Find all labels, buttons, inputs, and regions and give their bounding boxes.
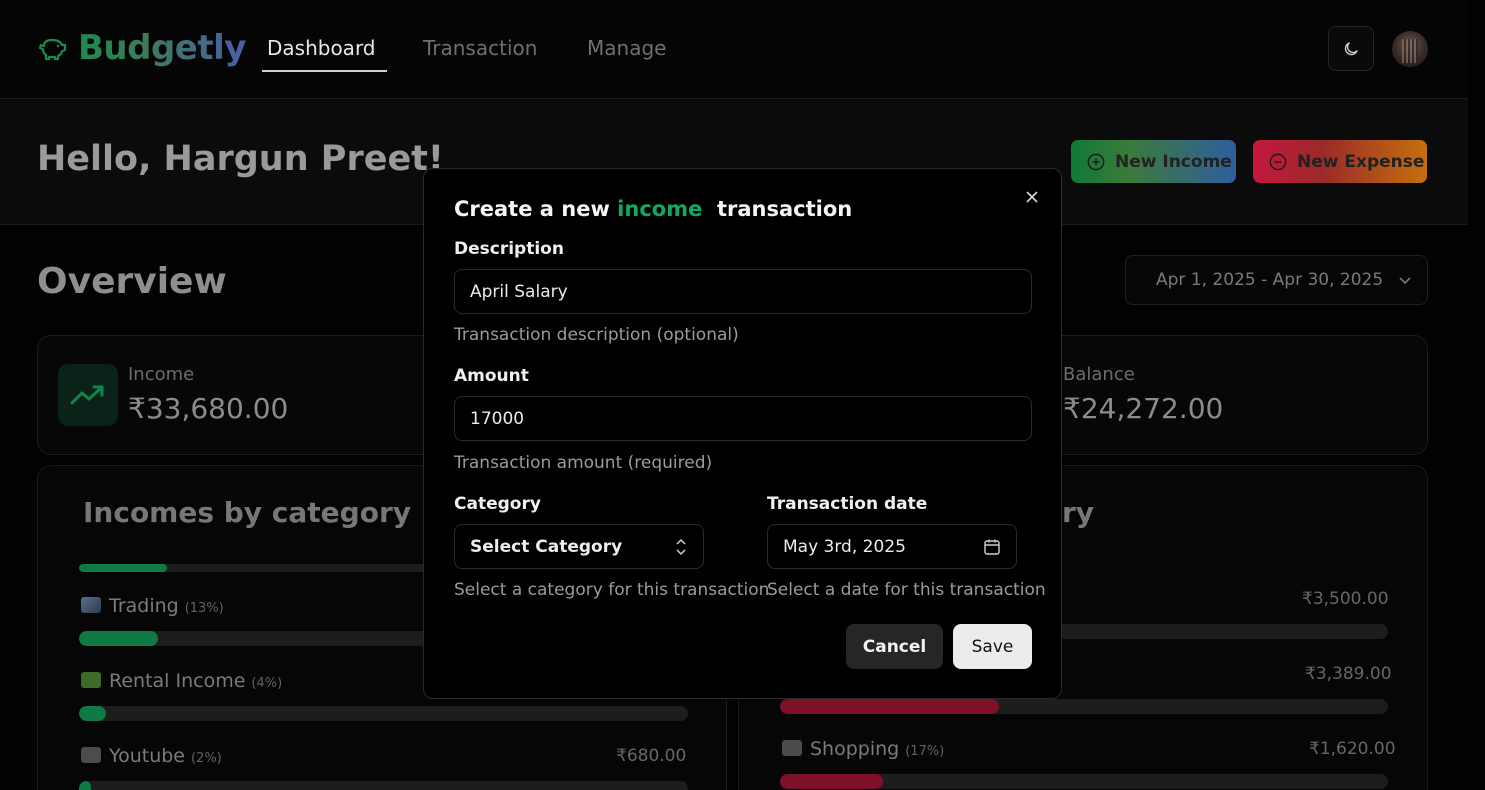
category-label: Category xyxy=(454,494,541,514)
amount-help: Transaction amount (required) xyxy=(454,453,713,473)
income-label: Income xyxy=(128,364,195,385)
brand-logo[interactable]: Budgetly xyxy=(78,28,246,68)
new-expense-label: New Expense xyxy=(1297,151,1425,172)
new-income-button[interactable]: New Income xyxy=(1071,140,1236,183)
date-help: Select a date for this transaction xyxy=(767,580,1046,600)
balance-stat-card: Balance ₹24,272.00 xyxy=(1040,335,1428,455)
category-bar-trading xyxy=(79,631,479,646)
top-progress-bar xyxy=(79,564,479,572)
category-amount: ₹3,500.00 xyxy=(1302,589,1389,609)
calendar-icon xyxy=(984,539,1000,555)
amount-input[interactable]: 17000 xyxy=(454,396,1032,441)
nav-dashboard[interactable]: Dashboard xyxy=(267,36,376,60)
category-item-shopping: Shopping (17%) xyxy=(782,738,944,760)
category-percent: (17%) xyxy=(905,744,945,759)
active-nav-underline xyxy=(262,70,387,72)
amount-label: Amount xyxy=(454,366,529,386)
category-percent: (2%) xyxy=(191,751,222,766)
date-label: Transaction date xyxy=(767,494,928,514)
category-bar-rental-income xyxy=(79,706,688,721)
category-amount: ₹3,389.00 xyxy=(1305,664,1392,684)
category-item-youtube: Youtube (2%) xyxy=(81,745,222,767)
date-picker-button[interactable]: May 3rd, 2025 xyxy=(767,524,1017,569)
money-emoji-icon xyxy=(81,672,101,688)
chevron-down-icon xyxy=(1399,277,1411,285)
plus-circle-icon xyxy=(1087,153,1105,170)
incomes-by-category-title: Incomes by category xyxy=(83,496,412,529)
tv-emoji-icon xyxy=(81,747,101,763)
date-range-label: Apr 1, 2025 - Apr 30, 2025 xyxy=(1156,270,1384,290)
greeting-title: Hello, Hargun Preet! xyxy=(37,139,444,179)
category-percent: (4%) xyxy=(251,676,283,691)
minus-circle-icon xyxy=(1269,153,1287,170)
dialog-title-prefix: Create a new xyxy=(454,197,618,221)
theme-toggle-button[interactable] xyxy=(1328,26,1374,71)
nav-manage[interactable]: Manage xyxy=(587,36,666,60)
description-value: April Salary xyxy=(470,281,568,302)
close-icon[interactable] xyxy=(1024,189,1040,205)
chevrons-up-down-icon xyxy=(676,538,686,555)
category-label: Rental Income xyxy=(109,670,246,692)
category-bar-fill xyxy=(780,699,999,714)
category-bar-shopping xyxy=(780,774,1388,789)
balance-label: Balance xyxy=(1063,364,1135,385)
category-select-value: Select Category xyxy=(470,536,623,557)
date-range-picker[interactable]: Apr 1, 2025 - Apr 30, 2025 xyxy=(1125,255,1428,305)
new-income-label: New Income xyxy=(1115,151,1232,172)
category-bar-fill xyxy=(79,706,106,721)
trending-up-icon xyxy=(58,364,118,426)
expenses-by-category-title: ry xyxy=(1062,496,1095,529)
category-label: Trading xyxy=(109,595,179,617)
chart-emoji-icon xyxy=(81,597,101,613)
category-bar-youtube xyxy=(79,781,688,790)
category-label: Youtube xyxy=(109,745,185,767)
description-help: Transaction description (optional) xyxy=(454,325,739,345)
category-help: Select a category for this transaction xyxy=(454,580,770,600)
category-bar-fill xyxy=(79,631,159,646)
top-navbar: Budgetly Dashboard Transaction Manage xyxy=(0,0,1468,99)
moon-icon xyxy=(1344,41,1358,55)
dialog-title: Create a new income transaction xyxy=(454,197,852,221)
category-percent: (13%) xyxy=(184,601,224,616)
description-label: Description xyxy=(454,239,564,259)
overview-title: Overview xyxy=(37,261,227,302)
new-expense-button[interactable]: New Expense xyxy=(1253,140,1427,183)
user-avatar[interactable] xyxy=(1392,31,1428,67)
nav-transaction[interactable]: Transaction xyxy=(423,36,537,60)
category-bar-fill xyxy=(79,781,92,790)
category-amount: ₹680.00 xyxy=(616,746,687,766)
create-transaction-dialog: Create a new income transaction Descript… xyxy=(423,168,1062,699)
date-value: May 3rd, 2025 xyxy=(783,536,906,557)
category-label: Shopping xyxy=(810,738,900,760)
income-value: ₹33,680.00 xyxy=(128,392,289,425)
piggy-bank-icon xyxy=(38,38,67,61)
save-button[interactable]: Save xyxy=(953,624,1032,669)
cancel-button[interactable]: Cancel xyxy=(846,624,943,669)
dialog-title-type: income xyxy=(617,197,703,221)
description-input[interactable]: April Salary xyxy=(454,269,1032,314)
category-bar-fill xyxy=(780,774,884,789)
balance-value: ₹24,272.00 xyxy=(1063,392,1224,425)
dialog-title-suffix: transaction xyxy=(702,197,853,221)
cart-emoji-icon xyxy=(782,740,802,756)
category-select[interactable]: Select Category xyxy=(454,524,704,569)
category-bar-expense-2 xyxy=(780,699,1388,714)
category-item-trading: Trading (13%) xyxy=(81,595,224,617)
category-amount: ₹1,620.00 xyxy=(1309,739,1396,759)
category-item-rental-income: Rental Income (4%) xyxy=(81,670,282,692)
amount-value: 17000 xyxy=(470,408,525,429)
income-stat-card: Income ₹33,680.00 xyxy=(37,335,437,455)
